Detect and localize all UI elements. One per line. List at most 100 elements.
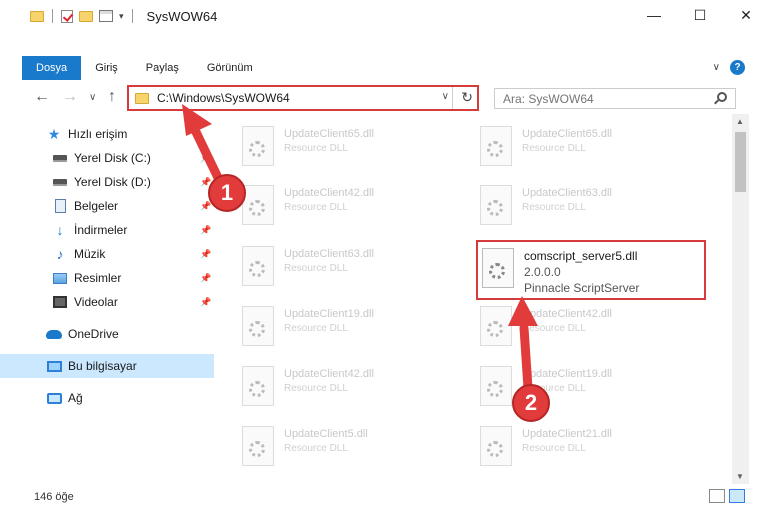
sidebar-item-network[interactable]: Ağ (0, 386, 214, 410)
sidebar-item-videos[interactable]: Videolar 📌 (0, 290, 214, 314)
sidebar-item-quick-access[interactable]: ★ Hızlı erişim (0, 122, 214, 146)
pin-icon[interactable]: 📌 (200, 225, 211, 236)
help-icon[interactable]: ? (730, 60, 745, 75)
step-2-badge: 2 (512, 384, 550, 422)
file-description: Resource DLL (284, 143, 348, 154)
divider (452, 87, 453, 109)
file-name: UpdateClient63.dll (522, 187, 612, 199)
pin-icon[interactable]: 📌 (200, 249, 211, 260)
dll-file-icon (242, 246, 274, 286)
recent-locations-button[interactable]: ∨ (89, 92, 96, 103)
tab-paylas[interactable]: Paylaş (132, 56, 193, 80)
search-input[interactable] (503, 91, 703, 106)
pin-icon[interactable]: 📌 (200, 153, 211, 164)
ribbon-tabs: Dosya Giriş Paylaş Görünüm (0, 56, 267, 80)
item-count: 146 öğe (34, 491, 74, 503)
document-icon (54, 199, 66, 213)
sidebar-item-label: OneDrive (68, 327, 119, 341)
close-button[interactable]: ✕ (723, 0, 769, 30)
tab-gorunum[interactable]: Görünüm (193, 56, 267, 80)
sidebar-item-label: Bu bilgisayar (68, 359, 137, 373)
drive-icon (53, 178, 67, 186)
sidebar-item-onedrive[interactable]: OneDrive (0, 322, 214, 346)
dll-file-icon (242, 366, 274, 406)
sidebar-item-documents[interactable]: Belgeler 📌 (0, 194, 214, 218)
scroll-thumb[interactable] (735, 132, 746, 192)
file-name: UpdateClient42.dll (284, 187, 374, 199)
file-description: Resource DLL (284, 202, 348, 213)
video-icon (53, 296, 67, 308)
list-item[interactable]: UpdateClient65.dll Resource DLL (242, 122, 470, 174)
address-path[interactable]: C:\Windows\SysWOW64 (157, 91, 290, 105)
highlighted-dll-file[interactable]: comscript_server5.dll 2.0.0.0 Pinnacle S… (476, 240, 706, 300)
sidebar-item-label: Ağ (68, 391, 83, 405)
file-name: UpdateClient65.dll (284, 128, 374, 140)
sidebar-item-label: Belgeler (74, 199, 119, 213)
expand-ribbon-icon[interactable]: ∨ (713, 62, 720, 73)
scroll-up-icon[interactable]: ▲ (736, 117, 744, 126)
dll-file-icon (482, 248, 514, 288)
sidebar-item-this-pc[interactable]: Bu bilgisayar (0, 354, 214, 378)
forward-button[interactable]: → (62, 88, 78, 106)
minimize-button[interactable]: — (631, 0, 677, 30)
list-item[interactable]: UpdateClient65.dll Resource DLL (480, 122, 708, 174)
file-name: UpdateClient21.dll (522, 428, 612, 440)
file-description: Resource DLL (522, 323, 586, 334)
tab-dosya[interactable]: Dosya (22, 56, 82, 80)
tab-giris[interactable]: Giriş (81, 56, 132, 80)
file-name: UpdateClient19.dll (522, 368, 612, 380)
sidebar-item-label: Hızlı erişim (68, 127, 128, 141)
search-icon[interactable] (717, 92, 727, 102)
divider (52, 9, 53, 23)
back-button[interactable]: ← (34, 88, 50, 106)
scroll-down-icon[interactable]: ▼ (736, 472, 744, 481)
dll-file-icon (242, 426, 274, 466)
properties-check-icon[interactable] (61, 9, 73, 23)
list-item[interactable]: UpdateClient19.dll Resource DLL (242, 302, 470, 354)
pin-icon[interactable]: 📌 (200, 297, 211, 308)
list-item[interactable]: UpdateClient42.dll Resource DLL (242, 181, 470, 233)
customize-icon[interactable] (99, 10, 113, 22)
details-view-button[interactable] (709, 489, 725, 503)
sidebar-item-disk-c[interactable]: Yerel Disk (C:) 📌 (0, 146, 214, 170)
tiles-view-button[interactable] (729, 489, 745, 503)
pin-icon[interactable]: 📌 (200, 273, 211, 284)
chevron-down-icon[interactable]: ∨ (442, 91, 449, 102)
chevron-down-icon[interactable]: ▾ (119, 11, 124, 22)
list-item[interactable]: UpdateClient42.dll Resource DLL (480, 302, 708, 354)
folder-icon[interactable] (30, 10, 44, 22)
sidebar-item-downloads[interactable]: ↓ İndirmeler 📌 (0, 218, 214, 242)
file-list: UpdateClient65.dll Resource DLL UpdateCli… (214, 118, 732, 478)
list-item[interactable]: UpdateClient63.dll Resource DLL (242, 242, 470, 294)
file-name: UpdateClient42.dll (284, 368, 374, 380)
new-folder-icon[interactable] (79, 10, 93, 22)
sidebar-item-music[interactable]: ♪ Müzik 📌 (0, 242, 214, 266)
file-name: comscript_server5.dll (524, 249, 638, 263)
ribbon-controls: ∨ ? (713, 60, 745, 75)
file-description: Resource DLL (284, 383, 348, 394)
view-switcher (709, 489, 745, 503)
sidebar-item-label: İndirmeler (74, 223, 128, 237)
address-bar[interactable]: C:\Windows\SysWOW64 ∨ ↻ (127, 85, 479, 111)
list-item[interactable]: UpdateClient5.dll Resource DLL (242, 422, 470, 474)
dll-file-icon (242, 126, 274, 166)
list-item[interactable]: UpdateClient21.dll Resource DLL (480, 422, 708, 474)
sidebar-item-disk-d[interactable]: Yerel Disk (D:) 📌 (0, 170, 214, 194)
file-description: Resource DLL (522, 202, 586, 213)
list-item[interactable]: UpdateClient63.dll Resource DLL (480, 181, 708, 233)
sidebar-item-pictures[interactable]: Resimler 📌 (0, 266, 214, 290)
status-bar: 146 öğe (0, 484, 769, 510)
refresh-button[interactable]: ↻ (461, 89, 473, 106)
up-button[interactable]: ↑ (108, 88, 116, 106)
search-box[interactable] (494, 88, 736, 109)
dll-file-icon (480, 366, 512, 406)
sidebar-item-label: Resimler (74, 271, 122, 285)
maximize-button[interactable]: ☐ (677, 0, 723, 30)
step-1-badge: 1 (208, 174, 246, 212)
file-name: UpdateClient42.dll (522, 308, 612, 320)
navigation-pane: ★ Hızlı erişim Yerel Disk (C:) 📌 Yerel D… (0, 118, 214, 478)
file-description: Resource DLL (284, 443, 348, 454)
list-item[interactable]: UpdateClient42.dll Resource DLL (242, 362, 470, 414)
window-controls: — ☐ ✕ (631, 0, 769, 30)
vertical-scrollbar[interactable]: ▲ ▼ (732, 114, 749, 484)
